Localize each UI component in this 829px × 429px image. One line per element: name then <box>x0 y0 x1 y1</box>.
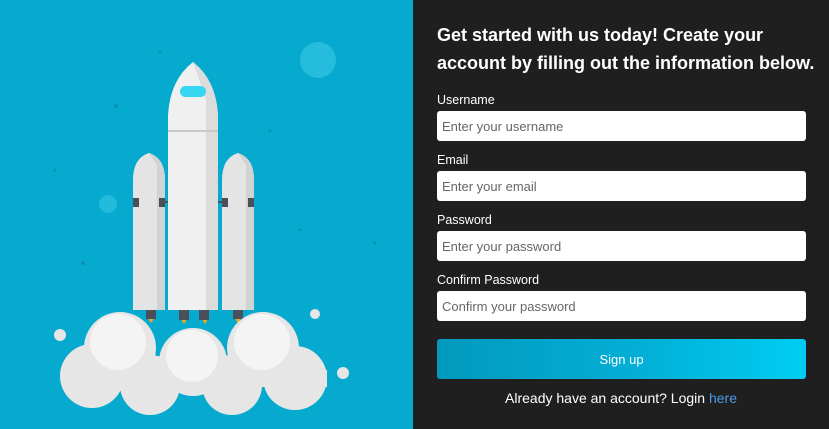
username-label: Username <box>437 93 495 107</box>
confirm-password-input[interactable] <box>437 291 806 321</box>
nozzle <box>179 310 189 320</box>
smoke-puff <box>310 309 320 319</box>
email-label: Email <box>437 153 469 167</box>
signup-button[interactable]: Sign up <box>437 339 806 379</box>
signup-page: Get started with us today! Create your a… <box>0 0 829 429</box>
rocket-launch-illustration <box>53 42 377 415</box>
booster-band <box>133 198 139 207</box>
password-input[interactable] <box>437 231 806 261</box>
login-prompt: Already have an account? Login here <box>413 390 829 406</box>
planet-small <box>99 195 117 213</box>
signup-form-panel: Get started with us today! Create your a… <box>413 0 829 429</box>
smoke-puff <box>337 367 349 379</box>
nozzle <box>146 310 156 319</box>
booster-band <box>222 198 228 207</box>
login-prompt-text: Already have an account? Login <box>505 390 706 406</box>
star-dot <box>158 50 162 54</box>
nozzle <box>199 310 209 320</box>
smoke-puff <box>54 329 66 341</box>
email-input[interactable] <box>437 171 806 201</box>
booster-band <box>248 198 254 207</box>
star-dot <box>81 261 85 265</box>
star-dot <box>268 129 272 133</box>
planet-large <box>300 42 336 78</box>
star-dot <box>53 168 57 172</box>
login-link[interactable]: here <box>709 390 737 406</box>
rocket-window <box>180 86 206 97</box>
booster-band <box>159 198 165 207</box>
form-heading: Get started with us today! Create your a… <box>437 25 815 73</box>
star-dot <box>373 241 377 245</box>
nozzle <box>233 310 243 319</box>
password-label: Password <box>437 213 492 227</box>
star-dot <box>114 104 118 108</box>
username-input[interactable] <box>437 111 806 141</box>
illustration-panel <box>0 0 413 429</box>
star-dot <box>298 228 302 232</box>
confirm-password-label: Confirm Password <box>437 273 540 287</box>
